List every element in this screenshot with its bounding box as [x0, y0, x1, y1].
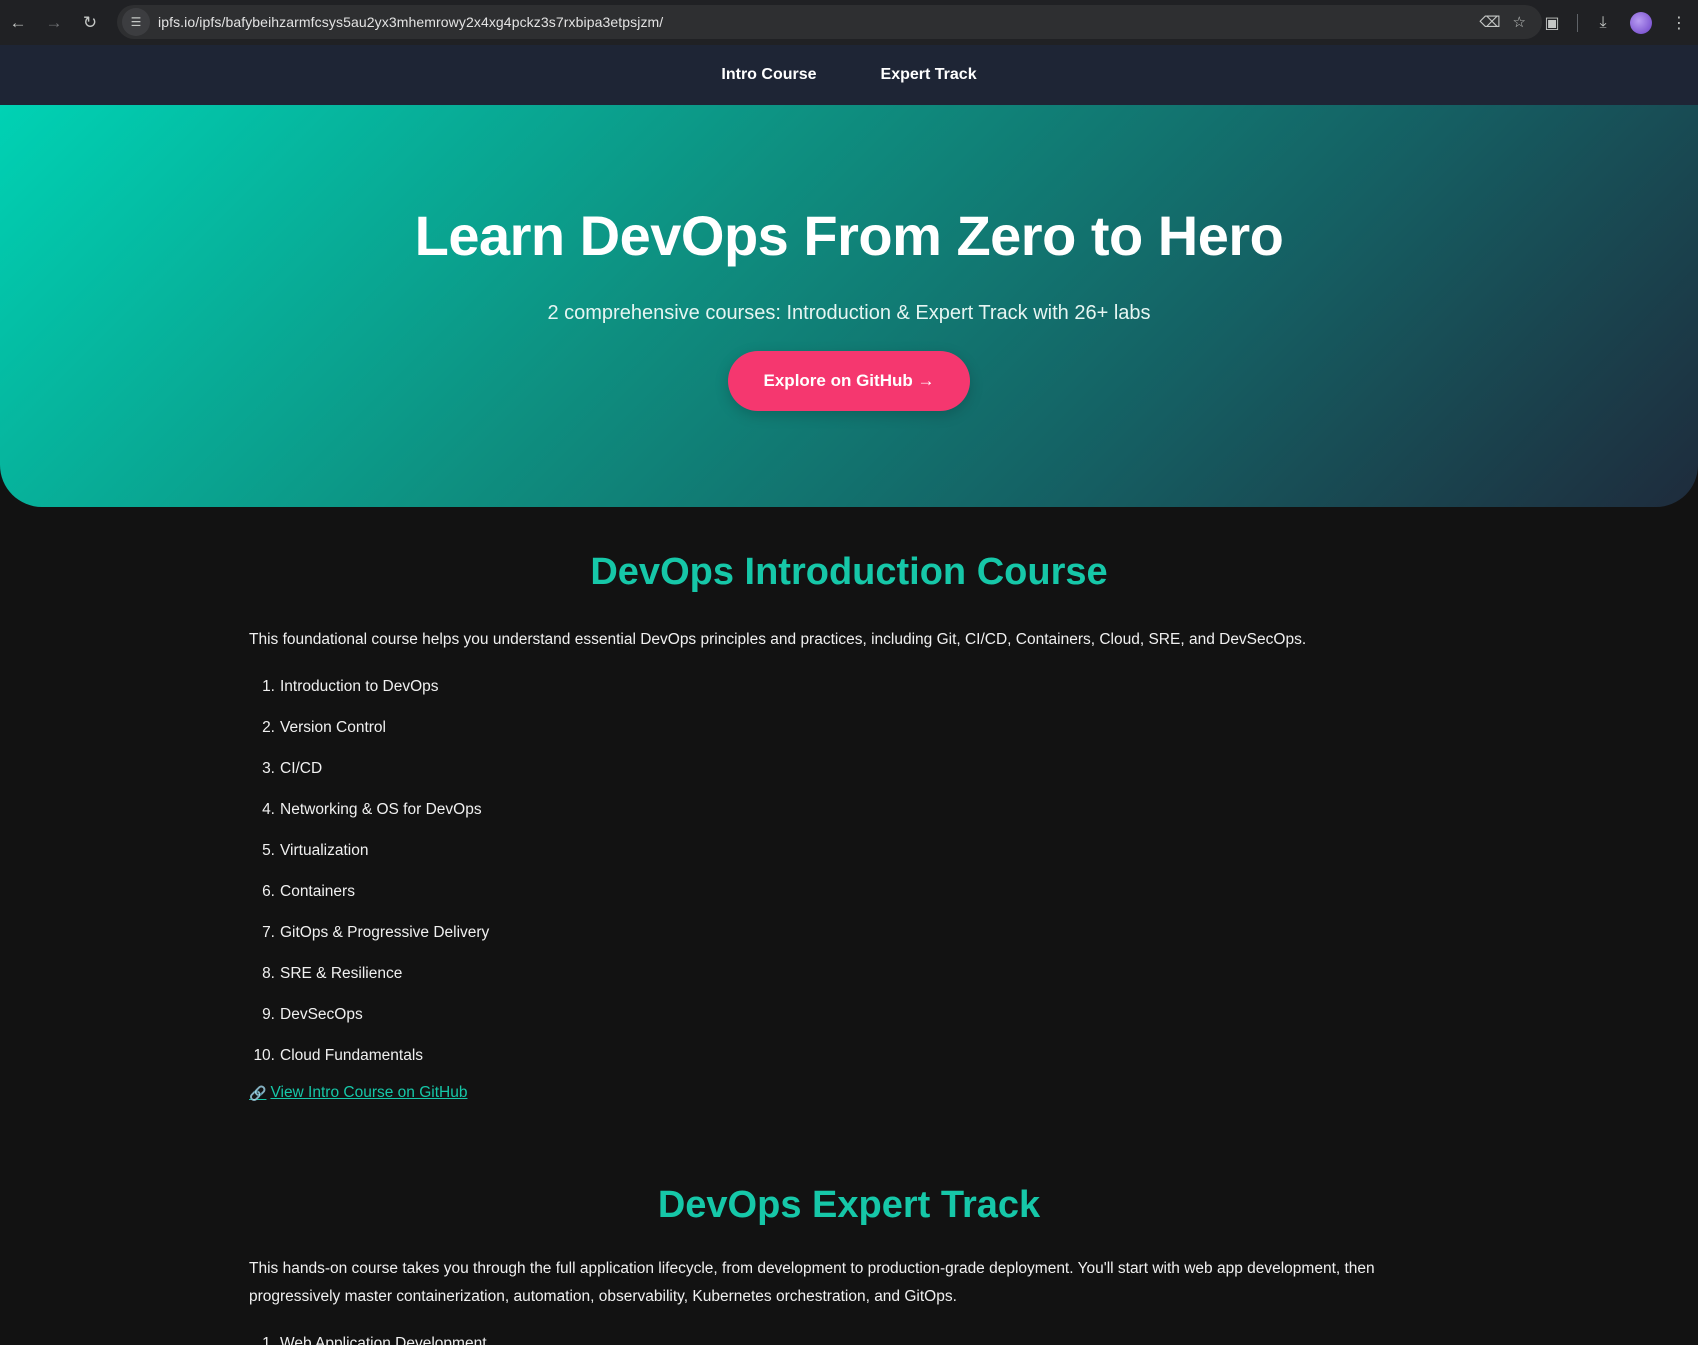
- list-item-label: Cloud Fundamentals: [280, 1046, 424, 1064]
- avatar-icon: [1630, 11, 1652, 34]
- list-number: 1.: [262, 1334, 275, 1345]
- expert-track-heading: DevOps Expert Track: [657, 1184, 1041, 1226]
- list-item-label: Containers: [280, 882, 355, 900]
- list-item: 8. SRE & Resilience: [249, 953, 1449, 994]
- view-intro-github-link[interactable]: 🔗 View Intro Course on GitHub: [249, 1084, 1449, 1102]
- list-item: 2. Version Control: [249, 707, 1449, 748]
- intro-module-list: 1. Introduction to DevOps 2. Version Contr…: [249, 666, 1449, 1076]
- list-item-label: GitOps & Progressive Delivery: [280, 923, 490, 941]
- list-item: 1. Introduction to DevOps: [249, 666, 1449, 707]
- list-number: 10.: [253, 1046, 275, 1064]
- expert-track-section: DevOps Expert Track This hands-on course…: [0, 1184, 1698, 1345]
- list-item-label: CI/CD: [280, 759, 323, 777]
- hero-banner: Learn DevOps From Zero to Hero 2 compreh…: [0, 105, 1698, 507]
- list-number: 8.: [262, 964, 275, 982]
- back-icon[interactable]: ←: [0, 0, 36, 45]
- expert-module-list: 1. Web Application Development: [249, 1323, 1449, 1345]
- list-item: 5. Virtualization: [249, 830, 1449, 871]
- list-item: 7. GitOps & Progressive Delivery: [249, 912, 1449, 953]
- nav-intro-course[interactable]: Intro Course: [721, 66, 816, 84]
- site-info-icon[interactable]: ☰: [122, 8, 150, 36]
- list-item-label: DevSecOps: [280, 1005, 363, 1023]
- list-number: 6.: [262, 882, 275, 900]
- intro-course-heading: DevOps Introduction Course: [590, 551, 1108, 593]
- link-icon: 🔗: [249, 1084, 267, 1101]
- nav-expert-track[interactable]: Expert Track: [881, 66, 977, 84]
- bookmark-star-icon[interactable]: ☆: [1513, 13, 1526, 31]
- hero-title: Learn DevOps From Zero to Hero: [414, 204, 1284, 267]
- extensions-icon[interactable]: ▣: [1533, 0, 1571, 45]
- list-number: 5.: [262, 841, 275, 859]
- list-item: 4. Networking & OS for DevOps: [249, 789, 1449, 830]
- list-item: 6. Containers: [249, 871, 1449, 912]
- menu-icon[interactable]: ⋮: [1660, 0, 1698, 45]
- list-item: 1. Web Application Development: [249, 1323, 1449, 1345]
- list-number: 1.: [262, 677, 275, 695]
- intro-course-description: This foundational course helps you under…: [249, 631, 1307, 648]
- list-item-label: Virtualization: [280, 841, 369, 859]
- forward-icon[interactable]: →: [36, 0, 72, 45]
- site-nav: Intro Course Expert Track: [0, 45, 1698, 105]
- expert-track-description: This hands-on course takes you through t…: [249, 1260, 1375, 1305]
- browser-toolbar: ← → ↻ ☰ ipfs.io/ipfs/bafybeihzarmfcsys5a…: [0, 0, 1698, 45]
- list-item: 10. Cloud Fundamentals: [249, 1035, 1449, 1076]
- view-intro-github-label[interactable]: View Intro Course on GitHub: [270, 1084, 467, 1102]
- list-item-label: Web Application Development: [280, 1334, 487, 1345]
- main-content: DevOps Introduction Course This foundati…: [0, 551, 1698, 1345]
- list-number: 9.: [262, 1005, 275, 1023]
- list-number: 4.: [262, 800, 275, 818]
- toolbar-divider: [1577, 13, 1578, 32]
- intro-course-section: DevOps Introduction Course This foundati…: [0, 551, 1698, 1102]
- list-number: 2.: [262, 718, 275, 736]
- list-item-label: Introduction to DevOps: [280, 677, 439, 695]
- list-item: 9. DevSecOps: [249, 994, 1449, 1035]
- list-item-label: SRE & Resilience: [280, 964, 403, 982]
- list-item-label: Networking & OS for DevOps: [280, 800, 482, 818]
- explore-github-button[interactable]: Explore on GitHub →: [727, 351, 971, 411]
- address-bar[interactable]: ☰ ipfs.io/ipfs/bafybeihzarmfcsys5au2yx3m…: [117, 5, 1542, 39]
- translate-icon[interactable]: ⌫: [1479, 13, 1500, 31]
- reload-icon[interactable]: ↻: [72, 0, 108, 45]
- hero-subtitle: 2 comprehensive courses: Introduction & …: [547, 302, 1151, 324]
- list-number: 7.: [262, 923, 275, 941]
- url-text[interactable]: ipfs.io/ipfs/bafybeihzarmfcsys5au2yx3mhe…: [158, 14, 663, 30]
- list-number: 3.: [262, 759, 275, 777]
- list-item: 3. CI/CD: [249, 748, 1449, 789]
- profile-avatar[interactable]: [1622, 0, 1660, 45]
- list-item-label: Version Control: [280, 718, 386, 736]
- download-icon[interactable]: ⤓: [1584, 0, 1622, 45]
